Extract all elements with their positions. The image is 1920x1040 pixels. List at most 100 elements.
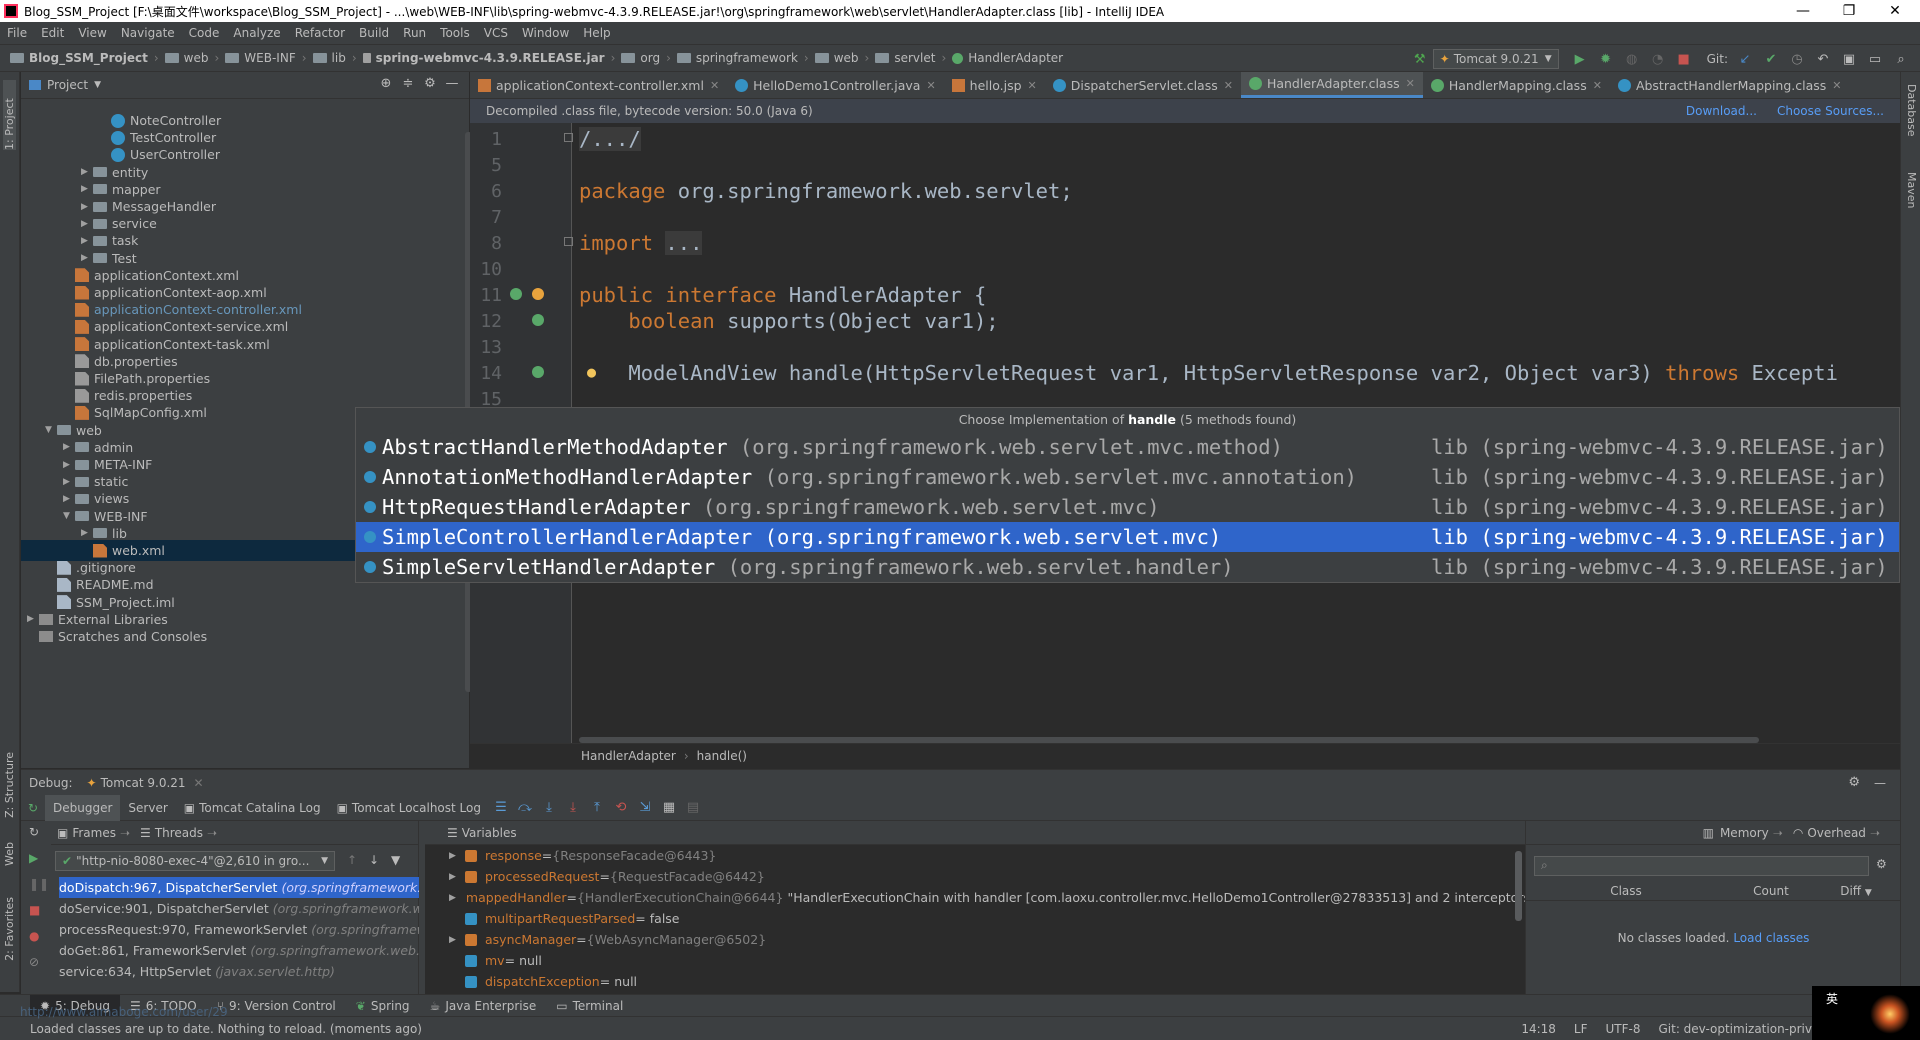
- breadcrumb-item[interactable]: org: [617, 51, 664, 65]
- rerun-icon[interactable]: ↻: [21, 801, 45, 815]
- locate-icon[interactable]: ⊕: [375, 76, 397, 91]
- expand-arrow-icon[interactable]: ▶: [449, 851, 463, 861]
- collapsed-arrow-icon[interactable]: ▶: [81, 236, 93, 246]
- breakpoints-icon[interactable]: ●: [29, 929, 39, 943]
- collapsed-arrow-icon[interactable]: ▶: [63, 494, 75, 504]
- thread-select[interactable]: ✔ "http-nio-8080-exec-4"@2,610 in gro...…: [55, 851, 335, 871]
- step-out-icon[interactable]: ⤒: [585, 800, 609, 815]
- fold-icon[interactable]: [564, 133, 573, 142]
- breadcrumb-item[interactable]: HandlerAdapter: [948, 51, 1067, 65]
- menu-item-code[interactable]: Code: [182, 26, 227, 40]
- coverage-icon[interactable]: ◍: [1621, 48, 1643, 70]
- close-tab-icon[interactable]: ✕: [710, 79, 719, 92]
- git-branch[interactable]: Git: dev-optimization-priv: [1658, 1022, 1812, 1036]
- stack-frame[interactable]: doDispatch:967, DispatcherServlet (org.sp…: [59, 877, 419, 898]
- menu-item-tools[interactable]: Tools: [433, 26, 477, 40]
- load-classes-link[interactable]: Load classes: [1733, 931, 1809, 945]
- variable-row[interactable]: ▶ response = {ResponseFacade@6443}: [425, 845, 1525, 866]
- implemented-down-icon[interactable]: [532, 314, 544, 326]
- tab-server[interactable]: Server: [120, 795, 175, 821]
- choose-sources-link[interactable]: Choose Sources...: [1777, 104, 1884, 118]
- gear-icon[interactable]: ⚙: [1848, 775, 1860, 790]
- collapsed-arrow-icon[interactable]: ▶: [63, 460, 75, 470]
- variable-row[interactable]: mv = null: [425, 950, 1525, 971]
- hide-panel-icon[interactable]: —: [1874, 776, 1886, 790]
- editor-tab[interactable]: HandlerAdapter.class ✕: [1240, 72, 1423, 98]
- editor-tab[interactable]: AbstractHandlerMapping.class ✕: [1610, 72, 1850, 98]
- line-separator[interactable]: LF: [1574, 1022, 1588, 1036]
- variable-row[interactable]: ▶ mappedHandler = {HandlerExecutionChain@…: [425, 887, 1536, 908]
- expand-arrow-icon[interactable]: ▶: [449, 935, 463, 945]
- breadcrumb-item[interactable]: servlet: [871, 51, 939, 65]
- close-tab-icon[interactable]: ✕: [1406, 77, 1415, 90]
- search-icon[interactable]: ⌕: [1890, 48, 1912, 70]
- favorites-tool-button[interactable]: 2: Favorites: [3, 897, 16, 961]
- maven-tool-button[interactable]: Maven: [1905, 172, 1918, 208]
- close-icon[interactable]: ✕: [194, 776, 204, 790]
- file-encoding[interactable]: UTF-8: [1606, 1022, 1641, 1036]
- collapsed-arrow-icon[interactable]: ▶: [81, 167, 93, 177]
- tab-debugger[interactable]: Debugger: [45, 794, 121, 821]
- implementation-item[interactable]: SimpleControllerHandlerAdapter (org.spri…: [356, 522, 1899, 552]
- memory-search-input[interactable]: ⌕: [1534, 856, 1869, 876]
- close-window-button[interactable]: ✕: [1872, 0, 1918, 22]
- chevron-down-icon[interactable]: ▼: [94, 80, 101, 90]
- variables-scrollbar[interactable]: [1515, 851, 1522, 921]
- presentation-icon[interactable]: ▭: [1864, 48, 1886, 70]
- structure-tool-button[interactable]: Z: Structure: [3, 752, 16, 818]
- stack-frame[interactable]: service:634, HttpServlet (javax.servlet.h…: [59, 961, 419, 982]
- stack-frame[interactable]: doGet:861, FrameworkServlet (org.springfr…: [59, 940, 419, 961]
- tab-localhost-log[interactable]: ▣ Tomcat Localhost Log: [329, 795, 489, 821]
- override-down-icon[interactable]: [532, 288, 544, 300]
- tool-tab[interactable]: ⑂ 9: Version Control: [207, 995, 346, 1017]
- collapsed-arrow-icon[interactable]: ▶: [63, 442, 75, 452]
- implementation-item[interactable]: AnnotationMethodHandlerAdapter (org.spri…: [356, 462, 1899, 492]
- build-hammer-icon[interactable]: ⚒: [1409, 48, 1431, 70]
- close-tab-icon[interactable]: ✕: [926, 79, 935, 92]
- debug-icon[interactable]: ✹: [1595, 48, 1617, 70]
- collapsed-arrow-icon[interactable]: ▶: [81, 253, 93, 263]
- git-commit-icon[interactable]: ✔: [1760, 48, 1782, 70]
- menu-item-view[interactable]: View: [71, 26, 113, 40]
- editor-tab[interactable]: hello.jsp ✕: [944, 72, 1045, 98]
- menu-icon[interactable]: ☰: [489, 800, 513, 815]
- implementation-item[interactable]: AbstractHandlerMethodAdapter (org.spring…: [356, 432, 1899, 462]
- run-config-select[interactable]: ✦ Tomcat 9.0.21 ▼: [1432, 49, 1559, 69]
- implementation-item[interactable]: HttpRequestHandlerAdapter (org.springfra…: [356, 492, 1899, 522]
- collapse-all-icon[interactable]: ≑: [397, 76, 419, 91]
- debug-session-tab[interactable]: Tomcat 9.0.21: [101, 776, 186, 790]
- col-class[interactable]: Class: [1526, 884, 1726, 898]
- download-sources-link[interactable]: Download...: [1686, 104, 1757, 118]
- tool-tab[interactable]: ❦ Spring: [346, 995, 420, 1017]
- down-icon[interactable]: ↓: [369, 853, 379, 867]
- run-to-cursor-icon[interactable]: ⇲: [633, 800, 657, 815]
- col-count[interactable]: Count: [1726, 884, 1816, 898]
- step-over-icon[interactable]: ⤼: [513, 800, 537, 815]
- close-tab-icon[interactable]: ✕: [1028, 79, 1037, 92]
- breadcrumb-item[interactable]: spring-webmvc-4.3.9.RELEASE.jar: [359, 51, 609, 65]
- expand-arrow-icon[interactable]: ▶: [449, 893, 456, 903]
- expanded-arrow-icon[interactable]: ▼: [63, 511, 75, 521]
- evaluate-icon[interactable]: ▦: [657, 800, 681, 815]
- implemented-down-icon[interactable]: [532, 366, 544, 378]
- caret-position[interactable]: 14:18: [1521, 1022, 1556, 1036]
- editor-crumb-method[interactable]: handle(): [697, 749, 747, 763]
- project-tool-button[interactable]: 1: Project: [3, 80, 16, 150]
- col-diff[interactable]: Diff ▼: [1816, 884, 1896, 898]
- resume-icon[interactable]: ▶: [29, 851, 38, 865]
- collapsed-arrow-icon[interactable]: ▶: [81, 184, 93, 194]
- menu-item-window[interactable]: Window: [515, 26, 576, 40]
- tree-item[interactable]: Scratches and Consoles: [21, 626, 469, 647]
- git-rollback-icon[interactable]: ↶: [1812, 48, 1834, 70]
- pause-icon[interactable]: ❚❚: [29, 877, 49, 891]
- threads-tab[interactable]: Threads: [155, 826, 203, 840]
- filter-icon[interactable]: ▼: [391, 853, 400, 867]
- project-panel-title[interactable]: Project: [47, 78, 88, 92]
- frames-tab[interactable]: Frames: [72, 826, 116, 840]
- collapsed-arrow-icon[interactable]: ▶: [81, 219, 93, 229]
- run-icon[interactable]: ▶: [1569, 48, 1591, 70]
- git-history-icon[interactable]: ◷: [1786, 48, 1808, 70]
- close-tab-icon[interactable]: ✕: [1224, 79, 1233, 92]
- collapsed-arrow-icon[interactable]: ▶: [63, 477, 75, 487]
- force-step-into-icon[interactable]: ⤓: [561, 800, 585, 815]
